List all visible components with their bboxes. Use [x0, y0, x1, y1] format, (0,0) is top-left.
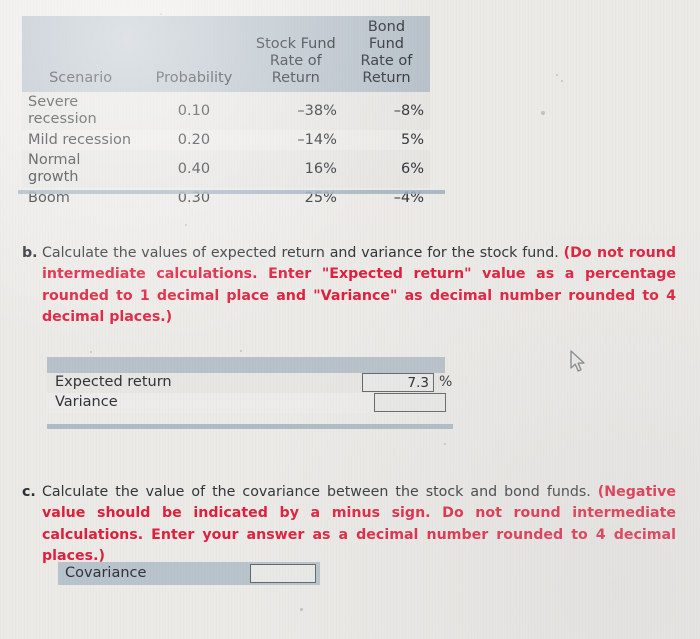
cell-stock-return: 16% — [248, 150, 343, 188]
table-header-row: Scenario Probability Stock Fund Rate of … — [22, 16, 430, 93]
paper-speck — [541, 111, 545, 115]
bond-fund-header-line-3: Return — [362, 70, 411, 87]
answer-table-b: Expected return % Variance — [47, 357, 452, 413]
mouse-pointer-icon — [570, 350, 588, 378]
question-c-plain-text: Calculate the value of the covariance be… — [42, 484, 598, 500]
question-b-text: Calculate the values of expected return … — [42, 243, 676, 328]
table-header: Scenario Probability Stock Fund Rate of … — [22, 16, 430, 93]
answer-table-c: Covariance — [58, 562, 320, 585]
data-table: Scenario Probability Stock Fund Rate of … — [22, 16, 430, 209]
covariance-label: Covariance — [65, 565, 147, 581]
column-header-probability: Probability — [139, 16, 249, 93]
cell-bond-return: –8% — [342, 92, 430, 130]
answer-row-expected-return: Expected return % — [47, 373, 452, 393]
bond-fund-header-line-1: Bond Fund — [367, 19, 406, 53]
paper-speck — [240, 350, 242, 352]
scenario-probability-table: Scenario Probability Stock Fund Rate of … — [22, 16, 430, 209]
question-c-text: Calculate the value of the covariance be… — [42, 482, 676, 567]
paper-speck — [444, 443, 446, 445]
variance-label: Variance — [55, 394, 118, 410]
paper-speck — [185, 224, 187, 226]
table-bottom-divider — [18, 190, 445, 194]
cell-probability: 0.20 — [139, 129, 249, 151]
paper-speck — [300, 608, 303, 611]
question-c-marker: c. — [22, 484, 36, 500]
answer-table-b-header-band — [47, 357, 445, 373]
bond-fund-header-line-2: Rate of — [360, 53, 413, 70]
answer-b-bottom-divider — [47, 424, 453, 429]
paper-speck — [561, 80, 563, 82]
table-row: Mild recession 0.20 –14% 5% — [22, 129, 430, 151]
cell-scenario: Severe recession — [22, 92, 140, 130]
paper-speck — [556, 74, 558, 76]
expected-return-input[interactable] — [362, 373, 434, 392]
column-header-scenario: Scenario — [22, 16, 140, 93]
percent-sign-expected-return: % — [439, 374, 453, 390]
answer-row-variance: Variance — [47, 393, 446, 413]
question-c: c. Calculate the value of the covariance… — [22, 482, 676, 567]
stock-fund-header-line-1: Stock Fund — [255, 36, 336, 53]
covariance-input[interactable] — [250, 564, 316, 583]
column-header-bond-fund-rate-of-return: Bond Fund Rate of Return — [342, 16, 430, 93]
table-row: Severe recession 0.10 –38% –8% — [22, 92, 430, 130]
cell-stock-return: –14% — [248, 129, 343, 151]
paper-speck — [160, 13, 162, 15]
column-header-stock-fund-rate-of-return: Stock Fund Rate of Return — [248, 16, 343, 93]
cell-probability: 0.10 — [139, 92, 249, 130]
paper-speck — [90, 351, 92, 353]
cell-probability: 0.40 — [139, 150, 249, 188]
question-b-marker: b. — [22, 245, 38, 261]
cell-stock-return: –38% — [248, 92, 343, 130]
question-b-plain-text: Calculate the values of expected return … — [42, 245, 564, 261]
cell-bond-return: 6% — [342, 150, 430, 188]
question-b: b. Calculate the values of expected retu… — [22, 243, 676, 328]
variance-input[interactable] — [374, 393, 446, 412]
expected-return-label: Expected return — [55, 374, 172, 390]
cell-scenario: Normal growth — [22, 150, 140, 188]
cell-bond-return: 5% — [342, 129, 430, 151]
stock-fund-header-line-2: Rate of — [269, 53, 322, 70]
cell-scenario: Mild recession — [22, 129, 140, 151]
table-row: Normal growth 0.40 16% 6% — [22, 150, 430, 188]
stock-fund-header-line-3: Return — [271, 70, 320, 87]
